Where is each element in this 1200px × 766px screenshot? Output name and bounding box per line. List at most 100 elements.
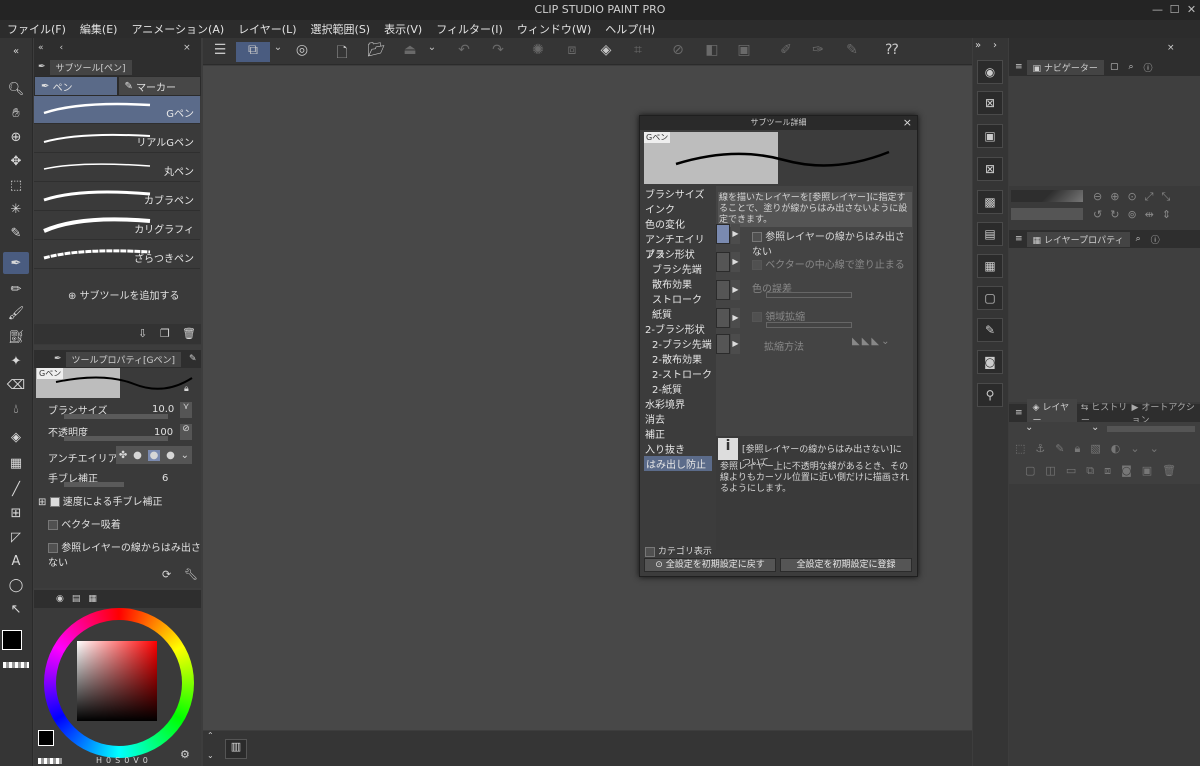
register-default-button[interactable]: 全設定を初期設定に登録 bbox=[780, 558, 912, 572]
color-wheel-tab-icon[interactable]: ◉ bbox=[56, 594, 64, 604]
opacity-slider[interactable] bbox=[64, 436, 168, 441]
antialias-selector[interactable]: ✤ ● ● ● ⌄ bbox=[116, 446, 192, 464]
foreground-color-mini[interactable] bbox=[38, 730, 54, 746]
fill-icon[interactable]: ◈ bbox=[3, 426, 29, 448]
no-entry-icon[interactable]: ⊘ bbox=[180, 424, 192, 440]
navigator-tab[interactable]: ▣ ナビゲーター bbox=[1026, 59, 1104, 75]
category-item[interactable]: 入り抜き bbox=[645, 441, 685, 456]
menu-help[interactable]: ヘルプ(H) bbox=[598, 21, 662, 37]
category-item[interactable]: 色の変化 bbox=[645, 216, 685, 231]
chevron-down-icon[interactable]: ⌄ bbox=[207, 751, 214, 760]
tab-marker[interactable]: ✎ マーカー bbox=[117, 76, 201, 96]
flip-vertical-icon[interactable]: ⇕ bbox=[1162, 208, 1171, 221]
speed-stabilization-row[interactable]: ⊞ 速度による手ブレ補正 bbox=[38, 493, 162, 508]
fill-selection-icon[interactable]: ◈ bbox=[595, 42, 617, 62]
aa-weak-icon[interactable]: ● bbox=[133, 450, 142, 461]
zoom-tool-icon[interactable]: 🔍︎ bbox=[3, 78, 29, 100]
chevron-down-icon[interactable]: ⌄ bbox=[181, 450, 189, 461]
eye-icon[interactable] bbox=[716, 280, 730, 300]
chevron-down-icon[interactable]: ⌄ bbox=[1130, 442, 1139, 456]
gradient-icon[interactable]: ▦ bbox=[3, 452, 29, 474]
minimize-button[interactable]: — bbox=[1149, 0, 1166, 20]
expand-icon[interactable]: ⊞ bbox=[38, 497, 46, 508]
undo-icon[interactable]: ↶ bbox=[453, 42, 475, 62]
material-camera-icon[interactable]: ◙ bbox=[977, 350, 1003, 374]
chevron-down-icon[interactable]: ⌄ bbox=[267, 42, 289, 62]
brush-item-rough-pen[interactable]: ざらつきペン bbox=[34, 241, 200, 269]
chevron-left-icon[interactable]: ‹ bbox=[60, 43, 64, 53]
search-tab-icon[interactable]: ⌕ bbox=[1128, 62, 1133, 72]
material-search-icon[interactable]: ◉ bbox=[977, 60, 1003, 84]
expand-arrow-icon[interactable]: ▶ bbox=[731, 252, 740, 272]
reset-all-button[interactable]: ⊙ 全設定を初期設定に戻す bbox=[644, 558, 776, 572]
subview-tab-icon[interactable]: ▢ bbox=[1110, 62, 1119, 72]
transform-icon[interactable]: ⧈ bbox=[561, 42, 583, 62]
fit-screen-icon[interactable]: ⤢ bbox=[1145, 190, 1154, 204]
open-folder-icon[interactable]: 📂︎ bbox=[365, 42, 387, 62]
mask-add-icon[interactable]: ◙ bbox=[1121, 464, 1132, 478]
category-item[interactable]: インク bbox=[645, 201, 675, 216]
category-item[interactable]: 紙質 bbox=[652, 306, 672, 321]
eye-icon[interactable] bbox=[716, 224, 730, 244]
collapse-icon[interactable]: » bbox=[975, 40, 981, 51]
menu-icon[interactable]: ≡ bbox=[1015, 62, 1023, 72]
area-scaling-slider[interactable] bbox=[766, 322, 852, 328]
new-folder-icon[interactable]: ▭ bbox=[1066, 464, 1076, 478]
category-item[interactable]: 散布効果 bbox=[652, 276, 692, 291]
color-tolerance-slider[interactable] bbox=[766, 292, 852, 298]
category-item[interactable]: 2-散布効果 bbox=[652, 351, 702, 366]
material-pattern-icon[interactable]: ▩ bbox=[977, 190, 1003, 214]
close-icon[interactable]: × bbox=[183, 43, 191, 53]
lock-transparency-icon[interactable]: ▧ bbox=[1090, 442, 1100, 456]
selection-border-icon[interactable]: ▣ bbox=[733, 42, 755, 62]
merge-icon[interactable]: ⧈ bbox=[1104, 464, 1111, 478]
transparent-color-mini[interactable] bbox=[38, 758, 62, 764]
zoom-out-icon[interactable]: ⊖ bbox=[1093, 190, 1102, 204]
category-item[interactable]: 2-ブラシ先端 bbox=[652, 336, 712, 351]
new-raster-icon[interactable]: ▢ bbox=[1025, 464, 1035, 478]
new-file-icon[interactable]: 🗋︎ bbox=[331, 42, 353, 62]
brush-item-calligraphy[interactable]: カリグラフィ bbox=[34, 212, 200, 240]
category-item[interactable]: ブラシ先端 bbox=[652, 261, 702, 276]
chevron-up-icon[interactable]: ⌃ bbox=[207, 731, 214, 740]
material-edit-icon[interactable]: ✎ bbox=[977, 318, 1003, 342]
operation-tool-icon[interactable]: ⊕ bbox=[3, 126, 29, 148]
stabilization-value[interactable]: 6 bbox=[162, 473, 168, 484]
duplicate-icon[interactable]: ❐ bbox=[160, 327, 170, 340]
new-vector-icon[interactable]: ◫ bbox=[1045, 464, 1055, 478]
scale-mode-2-icon[interactable]: ◣ bbox=[862, 336, 870, 347]
info-tab-icon[interactable]: ⓘ bbox=[1151, 233, 1160, 246]
category-display-checkbox[interactable] bbox=[645, 546, 655, 557]
lock-icon[interactable]: 🔒︎ bbox=[184, 384, 189, 394]
close-icon[interactable]: × bbox=[1167, 43, 1175, 53]
category-item[interactable]: 補正 bbox=[645, 426, 665, 441]
hand-tool-icon[interactable]: ✋︎ bbox=[3, 102, 29, 124]
figure-icon[interactable]: ╱ bbox=[3, 478, 29, 500]
mask-apply-icon[interactable]: ▣ bbox=[1142, 464, 1152, 478]
category-item[interactable]: 水彩境界 bbox=[645, 396, 685, 411]
menu-filter[interactable]: フィルター(I) bbox=[429, 21, 510, 37]
category-item[interactable]: ブラシ形状 bbox=[645, 246, 695, 261]
reset-icon[interactable]: ⟳ bbox=[162, 568, 171, 581]
object-tool-icon[interactable]: ↖ bbox=[3, 598, 29, 620]
chevron-down-icon[interactable]: ⌄ bbox=[421, 42, 443, 62]
eye-icon[interactable] bbox=[716, 252, 730, 272]
expand-arrow-icon[interactable]: ▶ bbox=[731, 224, 740, 244]
ref-layer-checkbox[interactable] bbox=[752, 232, 762, 242]
opacity-dropdown[interactable]: ⌄ bbox=[1091, 422, 1099, 433]
menu-animation[interactable]: アニメーション(A) bbox=[124, 21, 231, 37]
chevron-right-icon[interactable]: › bbox=[993, 40, 997, 51]
chevron-down-icon[interactable]: ⌄ bbox=[881, 336, 889, 347]
search-tab-icon[interactable]: ⌕ bbox=[1136, 234, 1141, 244]
blend-icon[interactable]: 💧︎ bbox=[3, 398, 29, 420]
expand-arrow-icon[interactable]: ▶ bbox=[731, 308, 740, 328]
rotate-left-icon[interactable]: ↺ bbox=[1093, 208, 1102, 221]
vector-snap-row[interactable]: ベクター吸着 bbox=[48, 516, 121, 531]
color-set-tab-icon[interactable]: ▦ bbox=[88, 594, 97, 604]
close-icon[interactable]: × bbox=[903, 116, 912, 129]
menu-file[interactable]: ファイル(F) bbox=[0, 21, 73, 37]
eyedropper-icon[interactable]: ✎ bbox=[3, 222, 29, 244]
balloon-icon[interactable]: ◯ bbox=[3, 574, 29, 596]
edit-icon[interactable]: ✎ bbox=[189, 354, 197, 364]
fullscreen-icon[interactable]: ⤡ bbox=[1161, 190, 1170, 204]
